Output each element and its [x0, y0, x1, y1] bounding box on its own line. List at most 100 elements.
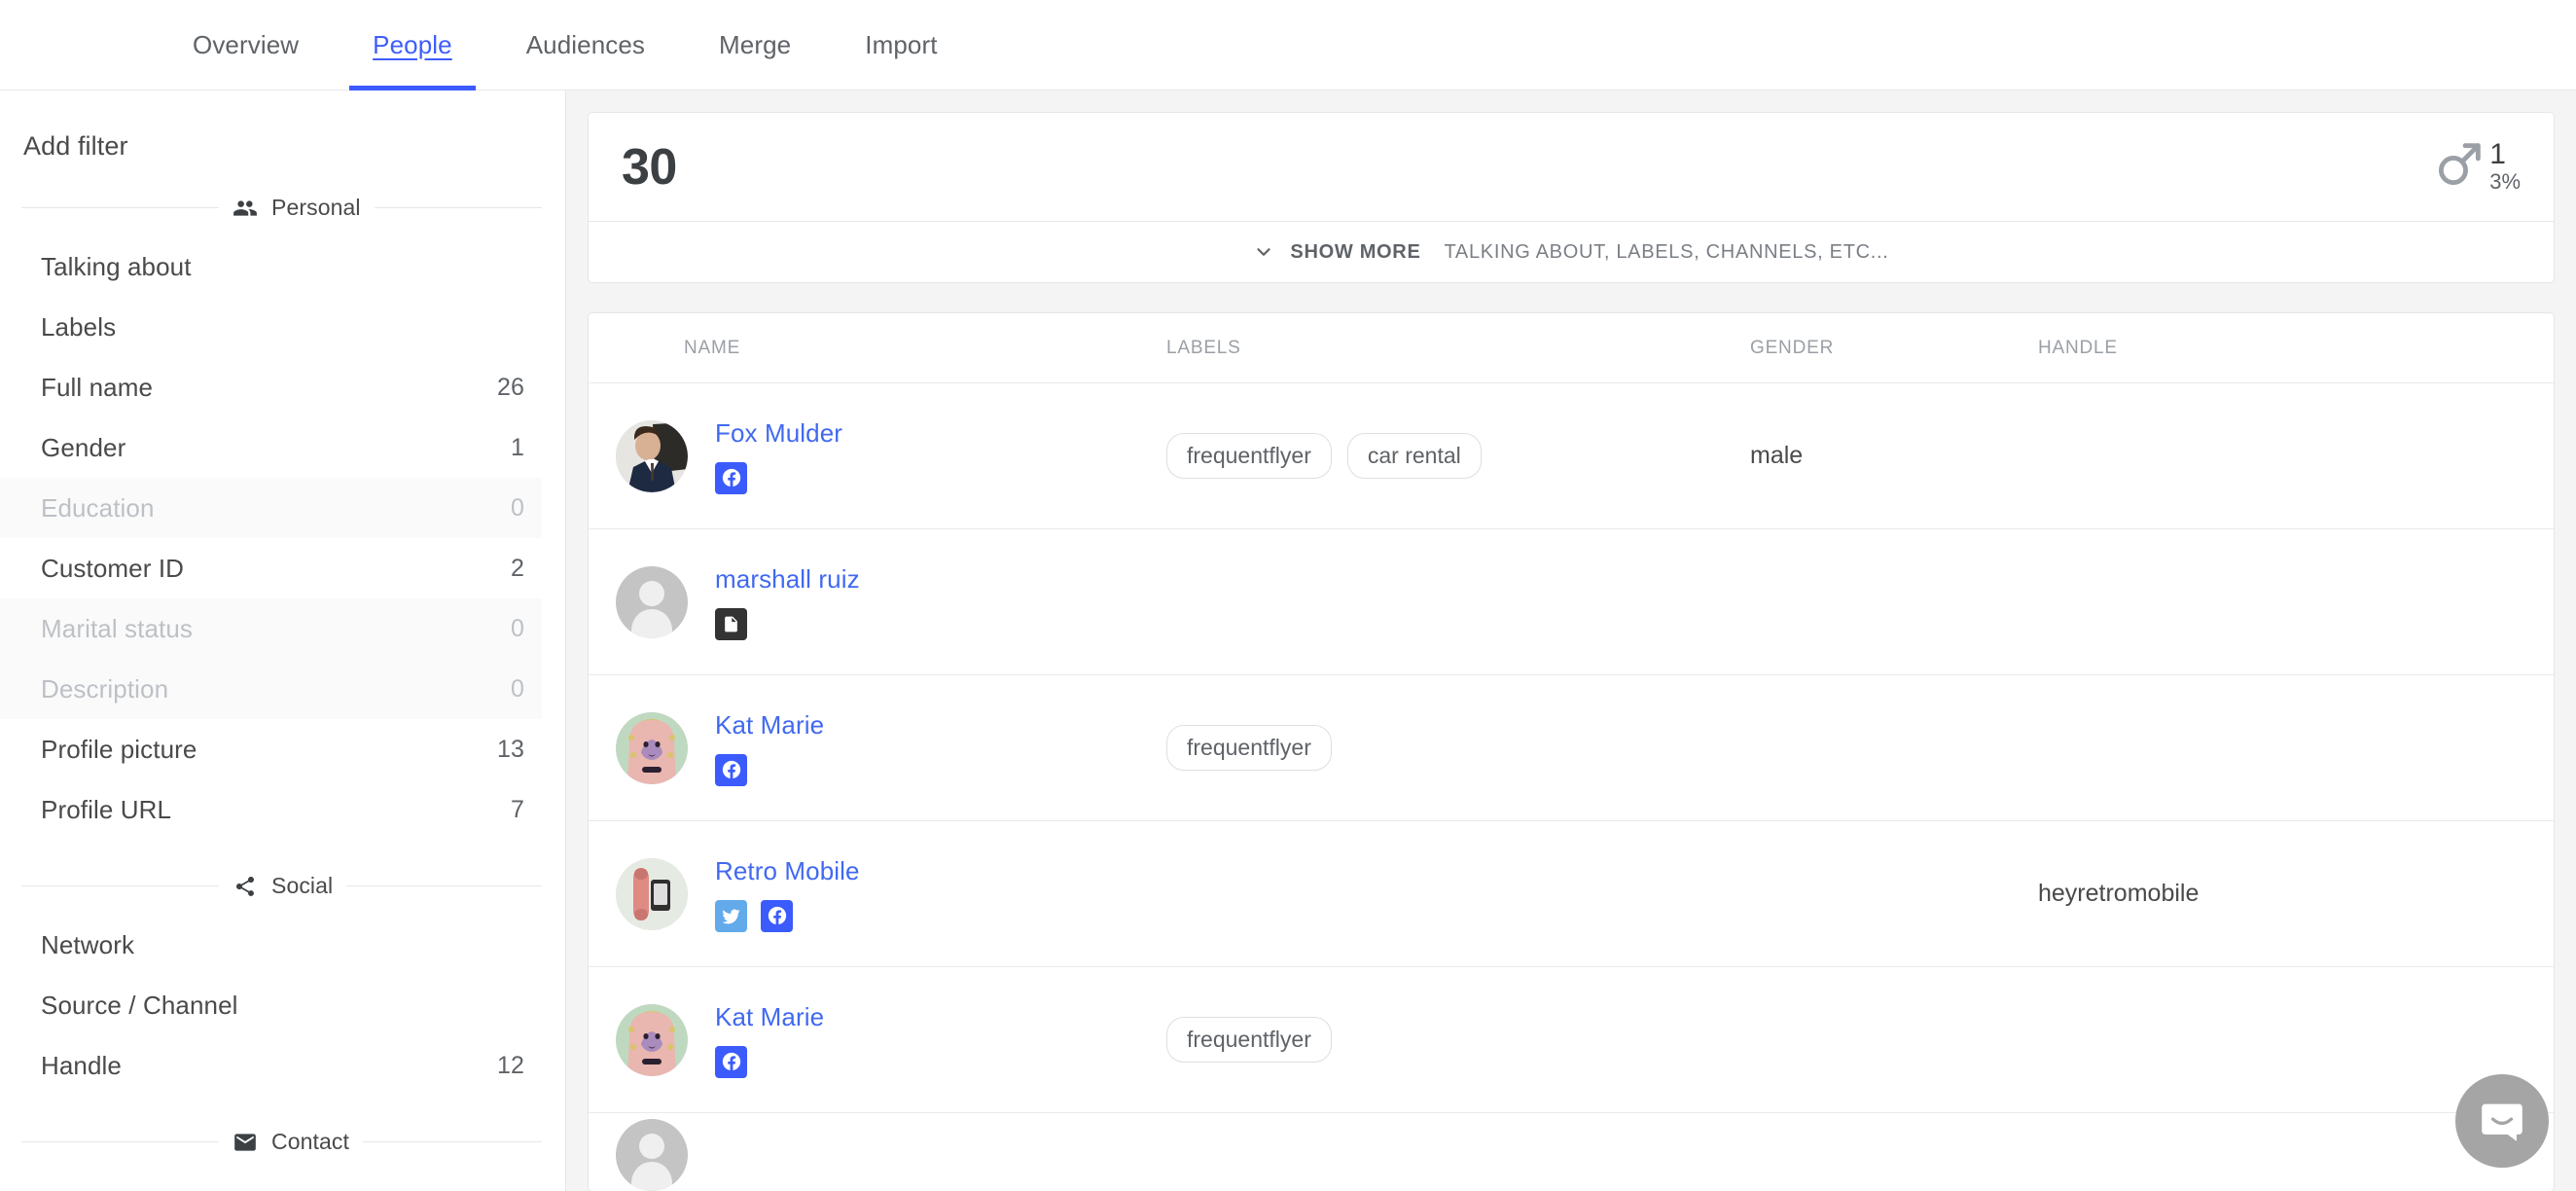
name-cell: Retro Mobile: [589, 856, 1166, 932]
person-name-link[interactable]: Kat Marie: [715, 710, 824, 740]
table-row[interactable]: Retro Mobile heyretromobile: [589, 821, 2554, 967]
tab-merge[interactable]: Merge: [696, 0, 814, 90]
label-chip[interactable]: frequentflyer: [1166, 1017, 1332, 1063]
table-row[interactable]: Kat Marie frequentflyer: [589, 675, 2554, 821]
sidebar-item-network[interactable]: Network: [0, 915, 542, 975]
avatar: [616, 1119, 688, 1191]
person-name-link[interactable]: Fox Mulder: [715, 418, 842, 449]
tab-audiences-label: Audiences: [525, 29, 646, 59]
gender-stat: 1 3%: [2431, 136, 2521, 198]
gender-stat-text: 1 3%: [2489, 139, 2521, 196]
tab-import-label: Import: [865, 29, 938, 59]
group-label-contact: Contact: [271, 1129, 349, 1154]
divider-right: [374, 207, 542, 208]
filter-label: Gender: [41, 432, 126, 462]
column-header-gender: GENDER: [1750, 337, 1835, 358]
divider-right: [346, 885, 542, 886]
summary-card: 30 1 3% SHOW MORE TALKING ABOUT, LABELS,…: [588, 112, 2555, 283]
filter-count: 0: [510, 674, 524, 703]
total-people-count: 30: [622, 138, 677, 196]
channel-icons: [715, 607, 860, 640]
label-chip[interactable]: frequentflyer: [1166, 725, 1332, 771]
filter-count: 12: [496, 1051, 524, 1079]
labels-cell: frequentflyer: [1166, 725, 1750, 771]
channel-icons: [715, 461, 842, 494]
filter-count: 7: [510, 795, 524, 823]
filter-label: Profile URL: [41, 794, 172, 824]
table-row[interactable]: [589, 1113, 2554, 1191]
filter-count: 26: [496, 373, 524, 401]
name-block: Kat Marie: [715, 1002, 824, 1078]
filter-count: 0: [510, 614, 524, 642]
filter-label: Source / Channel: [41, 990, 238, 1020]
name-cell: [589, 1113, 1166, 1191]
filter-label: Marital status: [41, 613, 194, 643]
sidebar-item-profile-url[interactable]: Profile URL 7: [0, 779, 542, 840]
sidebar-item-source-channel[interactable]: Source / Channel: [0, 975, 542, 1035]
person-name-link[interactable]: Retro Mobile: [715, 856, 860, 886]
sidebar-item-marital-status: Marital status 0: [0, 598, 542, 659]
column-header-labels: LABELS: [1166, 337, 1241, 358]
tab-people-label: People: [373, 29, 452, 59]
sidebar-item-talking-about[interactable]: Talking about: [0, 236, 542, 297]
note-icon[interactable]: [715, 607, 747, 640]
facebook-icon[interactable]: [715, 1045, 747, 1078]
gender-cell: male: [1750, 442, 1804, 469]
main-content: 30 1 3% SHOW MORE TALKING ABOUT, LABELS,…: [566, 90, 2576, 1191]
table-row[interactable]: Kat Marie frequentflyer: [589, 967, 2554, 1113]
filter-label: Labels: [41, 311, 117, 342]
sidebar-item-handle[interactable]: Handle 12: [0, 1035, 542, 1096]
chevron-down-icon: [1253, 241, 1274, 263]
tab-import[interactable]: Import: [841, 0, 960, 90]
tab-merge-label: Merge: [719, 29, 792, 59]
label-chip[interactable]: car rental: [1346, 433, 1482, 479]
gender-stat-percent: 3%: [2489, 169, 2521, 195]
facebook-icon[interactable]: [715, 753, 747, 786]
sidebar-item-labels[interactable]: Labels: [0, 297, 542, 357]
sidebar-item-customer-id[interactable]: Customer ID 2: [0, 538, 542, 598]
sidebar-item-gender[interactable]: Gender 1: [0, 417, 542, 478]
gender-stat-value: 1: [2489, 137, 2506, 170]
table-row[interactable]: Fox Mulder frequentflyer car rental male: [589, 383, 2554, 529]
tab-people[interactable]: People: [349, 0, 476, 90]
twitter-icon[interactable]: [715, 899, 747, 932]
column-header-name: NAME: [684, 337, 741, 358]
divider-left: [21, 1141, 219, 1142]
label-chip[interactable]: frequentflyer: [1166, 433, 1332, 479]
mail-icon: [233, 1130, 258, 1155]
person-name-link[interactable]: marshall ruiz: [715, 564, 860, 595]
sidebar-item-profile-picture[interactable]: Profile picture 13: [0, 719, 542, 779]
add-filter-title: Add filter: [23, 131, 128, 161]
share-icon: [233, 874, 258, 899]
avatar: [616, 711, 688, 784]
divider-left: [21, 207, 219, 208]
tab-overview[interactable]: Overview: [169, 0, 322, 90]
table-row[interactable]: marshall ruiz: [589, 529, 2554, 675]
tab-overview-label: Overview: [193, 29, 300, 59]
channel-icons: [715, 753, 824, 786]
name-cell: Kat Marie: [589, 710, 1166, 786]
chat-bubble-icon[interactable]: [2455, 1074, 2549, 1168]
person-name-link[interactable]: Kat Marie: [715, 1002, 824, 1032]
show-more-label: SHOW MORE: [1290, 240, 1421, 263]
facebook-icon[interactable]: [715, 461, 747, 494]
filter-count: 13: [496, 735, 524, 763]
filter-label: Education: [41, 492, 155, 523]
filter-label: Handle: [41, 1050, 122, 1080]
show-more-button[interactable]: SHOW MORE TALKING ABOUT, LABELS, CHANNEL…: [589, 222, 2554, 282]
avatar: [616, 565, 688, 638]
tab-audiences[interactable]: Audiences: [503, 0, 668, 90]
handle-cell: heyretromobile: [2038, 880, 2200, 907]
divider-right: [362, 1141, 542, 1142]
filter-label: Talking about: [41, 251, 192, 281]
name-block: Retro Mobile: [715, 856, 860, 932]
show-more-subtext: TALKING ABOUT, LABELS, CHANNELS, ETC...: [1444, 240, 1889, 263]
sidebar-item-full-name[interactable]: Full name 26: [0, 357, 542, 417]
filter-count: 2: [510, 554, 524, 582]
male-icon: [2431, 136, 2487, 198]
channel-icons: [715, 899, 860, 932]
name-block: marshall ruiz: [715, 564, 860, 640]
group-header-personal: Personal: [0, 195, 542, 221]
facebook-icon[interactable]: [761, 899, 793, 932]
group-label-social: Social: [271, 873, 334, 898]
